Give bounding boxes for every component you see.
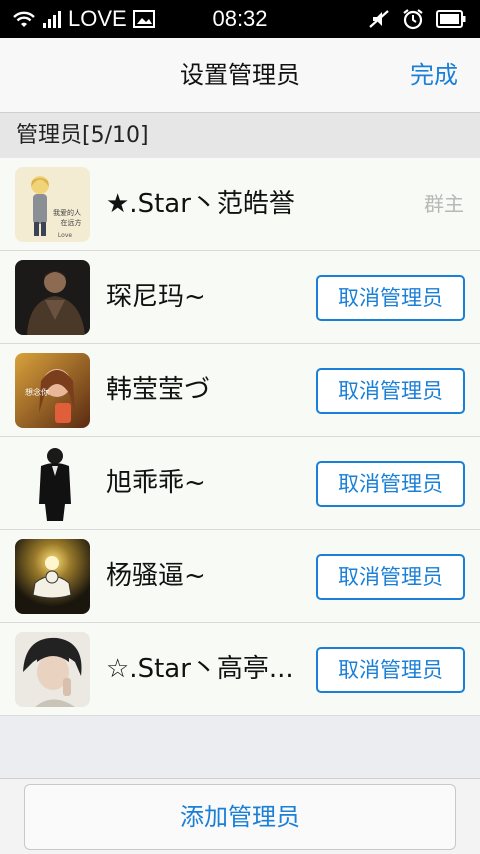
cancel-admin-button[interactable]: 取消管理员 — [316, 647, 465, 693]
member-name: ☆.Star丶高亭... — [106, 654, 294, 684]
page-title: 设置管理员 — [180, 61, 300, 89]
member-name: ★.Star丶范皓誉 — [106, 189, 295, 219]
svg-text:Love: Love — [58, 232, 72, 239]
section-header-admins: 管理员[5/10] — [0, 113, 480, 158]
member-name: 琛尼玛~ — [106, 282, 206, 312]
cancel-admin-button[interactable]: 取消管理员 — [316, 368, 465, 414]
cancel-admin-button[interactable]: 取消管理员 — [316, 554, 465, 600]
signal-icon — [42, 9, 62, 29]
nav-bar: 设置管理员 完成 — [0, 38, 480, 113]
member-name: 韩莹莹づ — [106, 375, 211, 405]
bottom-bar: 添加管理员 — [0, 778, 480, 854]
add-admin-button[interactable]: 添加管理员 — [24, 784, 456, 850]
member-name: 旭乖乖~ — [106, 468, 206, 498]
wifi-icon — [12, 9, 36, 29]
status-right — [368, 8, 466, 30]
status-left: LOVE — [12, 6, 155, 32]
list-item[interactable]: 琛尼玛~ 取消管理员 — [0, 251, 480, 344]
svg-text:想念你: 想念你 — [25, 387, 49, 397]
avatar — [15, 539, 90, 614]
cancel-admin-button[interactable]: 取消管理员 — [316, 461, 465, 507]
list-item[interactable]: ☆.Star丶高亭... 取消管理员 — [0, 623, 480, 716]
list-item[interactable]: 我爱的人 在远方 Love ★.Star丶范皓誉 群主 — [0, 158, 480, 251]
list-item[interactable]: 旭乖乖~ 取消管理员 — [0, 437, 480, 530]
svg-text:我爱的人: 我爱的人 — [53, 208, 81, 217]
admin-list: 我爱的人 在远方 Love ★.Star丶范皓誉 群主 琛尼玛~ 取消管理员 想… — [0, 158, 480, 716]
list-item[interactable]: 想念你 韩莹莹づ 取消管理员 — [0, 344, 480, 437]
carrier-label: LOVE — [68, 6, 127, 31]
cancel-admin-button[interactable]: 取消管理员 — [316, 275, 465, 321]
mute-icon — [368, 9, 390, 29]
svg-text:在远方: 在远方 — [61, 218, 82, 227]
member-name: 杨骚逼~ — [106, 561, 206, 591]
alarm-icon — [402, 8, 424, 30]
avatar — [15, 632, 90, 707]
status-bar: LOVE 08:32 — [0, 0, 480, 38]
image-icon — [132, 10, 155, 28]
battery-icon — [436, 10, 466, 28]
avatar: 想念你 — [15, 353, 90, 428]
done-button[interactable]: 完成 — [410, 38, 458, 113]
avatar — [15, 260, 90, 335]
list-item[interactable]: 杨骚逼~ 取消管理员 — [0, 530, 480, 623]
avatar — [15, 446, 90, 521]
owner-badge: 群主 — [424, 192, 464, 216]
avatar: 我爱的人 在远方 Love — [15, 167, 90, 242]
